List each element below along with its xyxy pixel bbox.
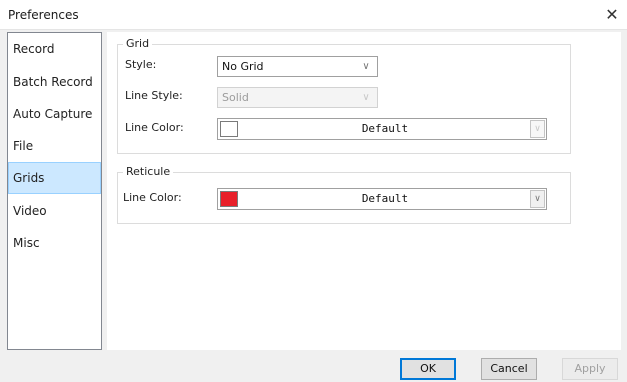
sidebar-item-label: Auto Capture [13, 107, 93, 121]
sidebar-item-label: Video [13, 204, 47, 218]
line-style-label: Line Style: [125, 89, 183, 102]
grid-groupbox: Grid Style: No Grid ∨ Line Style: Solid … [117, 37, 571, 154]
sidebar-item-label: Misc [13, 236, 40, 250]
sidebar-item-batch-record[interactable]: Batch Record [8, 66, 101, 98]
reticule-color-swatch [220, 191, 238, 207]
sidebar-item-label: File [13, 139, 34, 153]
ok-button[interactable]: OK [400, 358, 456, 380]
reticule-line-color-label: Line Color: [123, 191, 182, 204]
line-style-dropdown[interactable]: Solid ∨ [217, 87, 378, 108]
dialog-body: Record Batch Record Auto Capture File Gr… [0, 30, 627, 382]
sidebar-item-file[interactable]: File [8, 130, 101, 162]
reticule-line-color-value: Default [361, 192, 409, 205]
chevron-down-icon: ∨ [530, 120, 545, 138]
sidebar-item-auto-capture[interactable]: Auto Capture [8, 98, 101, 130]
grid-line-color-label: Line Color: [125, 121, 184, 134]
button-bar: OK Cancel Apply [0, 353, 627, 382]
grid-line-color-picker[interactable]: Default ∨ [217, 118, 547, 140]
category-list: Record Batch Record Auto Capture File Gr… [7, 32, 102, 350]
chevron-down-icon: ∨ [530, 190, 545, 208]
reticule-groupbox: Reticule Line Color: Default ∨ [117, 165, 571, 224]
sidebar-item-grids[interactable]: Grids [8, 162, 101, 194]
window-title: Preferences [8, 8, 79, 22]
close-icon[interactable]: ✕ [597, 0, 627, 30]
reticule-group-title: Reticule [123, 165, 174, 178]
sidebar-item-record[interactable]: Record [8, 33, 101, 65]
chevron-down-icon: ∨ [362, 92, 370, 103]
style-label: Style: [125, 58, 157, 71]
grid-style-value: No Grid [222, 60, 264, 73]
cancel-button[interactable]: Cancel [481, 358, 537, 380]
sidebar-item-label: Batch Record [13, 75, 93, 89]
title-bar: Preferences ✕ [0, 0, 627, 30]
grid-group-title: Grid [123, 37, 153, 50]
grid-line-color-value: Default [361, 122, 409, 135]
grid-style-dropdown[interactable]: No Grid ∨ [217, 56, 378, 77]
line-style-value: Solid [222, 91, 249, 104]
settings-panel: Grid Style: No Grid ∨ Line Style: Solid … [107, 32, 621, 350]
sidebar-item-misc[interactable]: Misc [8, 227, 101, 259]
chevron-down-icon: ∨ [362, 61, 370, 72]
grid-color-swatch [220, 121, 238, 137]
sidebar-item-label: Grids [13, 171, 45, 185]
reticule-line-color-picker[interactable]: Default ∨ [217, 188, 547, 210]
sidebar-item-video[interactable]: Video [8, 195, 101, 227]
apply-button[interactable]: Apply [562, 358, 618, 380]
sidebar-item-label: Record [13, 42, 55, 56]
